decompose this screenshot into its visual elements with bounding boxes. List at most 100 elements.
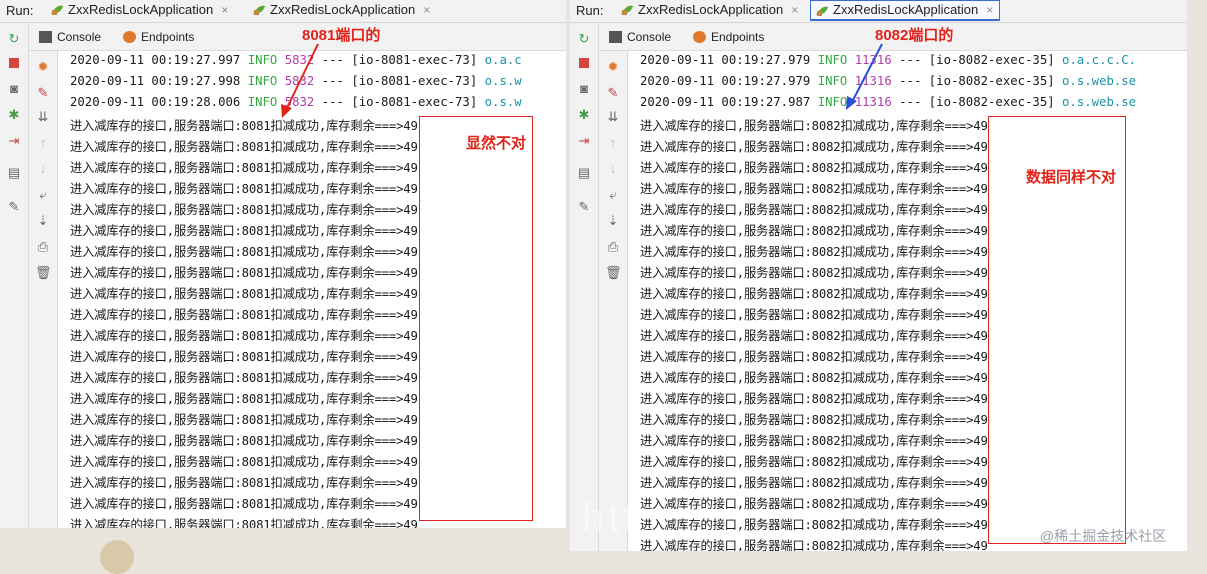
pin-icon[interactable]: ✎ (576, 199, 592, 215)
rerun-icon[interactable]: ↻ (576, 31, 592, 47)
console-icon (39, 31, 52, 43)
endpoints-icon (123, 31, 136, 43)
log-line: 进入减库存的接口,服务器端口:8081扣减成功,库存剩余===>49 (70, 455, 418, 469)
log-class: o.s.web.se (1062, 95, 1137, 109)
down-arrow-icon[interactable]: ↓ (605, 161, 621, 177)
log-line: 进入减库存的接口,服务器端口:8081扣减成功,库存剩余===>49 (70, 392, 418, 406)
tab-endpoints[interactable]: Endpoints (691, 28, 764, 46)
log-line: 进入减库存的接口,服务器端口:8082扣减成功,库存剩余===>49 (640, 350, 988, 364)
log-thread: [io-8082-exec-35] (928, 74, 1055, 88)
log-level: INFO (247, 95, 278, 109)
log-line: 进入减库存的接口,服务器端口:8082扣减成功,库存剩余===>49 (640, 245, 988, 259)
log-line: 进入减库存的接口,服务器端口:8081扣减成功,库存剩余===>49 (70, 287, 418, 301)
run-tab-bar: Run: ZxxRedisLockApplication × ZxxRedisLo… (570, 0, 1187, 23)
log-line: 进入减库存的接口,服务器端口:8082扣减成功,库存剩余===>49 (640, 434, 988, 448)
log-thread: [io-8082-exec-35] (928, 53, 1055, 67)
clear-filter-icon[interactable]: ✎ (605, 85, 621, 101)
soft-wrap-icon[interactable]: ⤶ (605, 187, 621, 203)
log-separator: --- (899, 53, 922, 67)
run-tab-1[interactable]: ZxxRedisLockApplication × (616, 0, 804, 20)
camera-icon[interactable]: ◙ (6, 81, 22, 97)
arrow-left (281, 43, 319, 118)
close-icon[interactable]: × (986, 3, 993, 17)
stop-icon[interactable] (576, 55, 592, 71)
log-timestamp: 2020-09-11 00:19:27.979 (640, 53, 811, 67)
print-icon[interactable]: ⎙ (605, 239, 621, 255)
side-toolbar: ↻ ◙ ✱ ⇥ ▤ ✎ (0, 23, 29, 528)
tab-endpoints-label: Endpoints (711, 30, 765, 44)
highlight-box-right (988, 116, 1126, 544)
spring-boot-icon (51, 5, 63, 15)
up-arrow-icon[interactable]: ↑ (605, 135, 621, 151)
log-level: INFO (247, 53, 278, 67)
highlight-box-left (419, 116, 533, 521)
log-line: 进入减库存的接口,服务器端口:8082扣减成功,库存剩余===>49 (640, 413, 988, 427)
trash-icon[interactable]: 🗑 (35, 265, 52, 281)
tab-endpoints[interactable]: Endpoints (121, 28, 194, 46)
run-tab-2[interactable]: ZxxRedisLockApplication × (248, 0, 436, 20)
layout-icon[interactable]: ▤ (6, 165, 22, 181)
log-timestamp: 2020-09-11 00:19:27.997 (70, 53, 241, 67)
gear-icon[interactable]: ✹ (605, 59, 621, 75)
sort-icon[interactable]: ⇊ (35, 109, 51, 125)
log-line: 进入减库存的接口,服务器端口:8082扣减成功,库存剩余===>49 (640, 539, 988, 551)
log-line: 进入减库存的接口,服务器端口:8081扣减成功,库存剩余===>49 (70, 266, 418, 280)
console-toolbar: ✹ ✎ ⇊ ↑ ↓ ⤶ ⇣ ⎙ 🗑 (599, 51, 628, 551)
trash-icon[interactable]: 🗑 (605, 265, 622, 281)
debug-icon[interactable]: ✱ (6, 107, 22, 123)
log-line: 进入减库存的接口,服务器端口:8082扣减成功,库存剩余===>49 (640, 287, 988, 301)
gear-icon[interactable]: ✹ (35, 59, 51, 75)
log-class: o.s.web.se (1062, 74, 1137, 88)
scroll-to-end-icon[interactable]: ⇣ (35, 213, 51, 229)
log-thread: [io-8082-exec-35] (928, 95, 1055, 109)
log-line: 进入减库存的接口,服务器端口:8082扣减成功,库存剩余===>49 (640, 182, 988, 196)
log-line: 进入减库存的接口,服务器端口:8081扣减成功,库存剩余===>49 (70, 497, 418, 511)
sort-icon[interactable]: ⇊ (605, 109, 621, 125)
log-timestamp: 2020-09-11 00:19:27.987 (640, 95, 811, 109)
close-icon[interactable]: × (423, 3, 430, 17)
side-toolbar: ↻ ◙ ✱ ⇥ ▤ ✎ (570, 23, 599, 551)
clear-filter-icon[interactable]: ✎ (35, 85, 51, 101)
log-line: 进入减库存的接口,服务器端口:8082扣减成功,库存剩余===>49 (640, 308, 988, 322)
print-icon[interactable]: ⎙ (35, 239, 51, 255)
pin-icon[interactable]: ✎ (6, 199, 22, 215)
log-timestamp: 2020-09-11 00:19:27.979 (640, 74, 811, 88)
exit-icon[interactable]: ⇥ (6, 133, 22, 149)
tab-label: ZxxRedisLockApplication (833, 2, 979, 17)
log-separator: --- (899, 74, 922, 88)
log-level: INFO (247, 74, 278, 88)
tab-console-label: Console (57, 30, 102, 44)
stop-icon[interactable] (6, 55, 22, 71)
up-arrow-icon[interactable]: ↑ (35, 135, 51, 151)
run-label: Run: (6, 3, 34, 18)
log-line: 进入减库存的接口,服务器端口:8081扣减成功,库存剩余===>49 (70, 140, 418, 154)
console-toolbar: ✹ ✎ ⇊ ↑ ↓ ⤶ ⇣ ⎙ 🗑 (29, 51, 58, 528)
run-tab-2-active[interactable]: ZxxRedisLockApplication × (810, 0, 1001, 21)
down-arrow-icon[interactable]: ↓ (35, 161, 51, 177)
run-label: Run: (576, 3, 604, 18)
soft-wrap-icon[interactable]: ⤶ (35, 187, 51, 203)
run-tab-1[interactable]: ZxxRedisLockApplication × (46, 0, 234, 20)
debug-icon[interactable]: ✱ (576, 107, 592, 123)
spring-boot-icon (816, 6, 828, 16)
log-line: 进入减库存的接口,服务器端口:8081扣减成功,库存剩余===>49 (70, 245, 418, 259)
exit-icon[interactable]: ⇥ (576, 133, 592, 149)
camera-icon[interactable]: ◙ (576, 81, 592, 97)
log-class: o.a.c (484, 53, 522, 67)
close-icon[interactable]: × (791, 3, 798, 17)
close-icon[interactable]: × (221, 3, 228, 17)
log-class: o.s.w (484, 95, 522, 109)
layout-icon[interactable]: ▤ (576, 165, 592, 181)
log-line: 进入减库存的接口,服务器端口:8082扣减成功,库存剩余===>49 (640, 140, 988, 154)
tab-console[interactable]: Console (37, 28, 101, 46)
rerun-icon[interactable]: ↻ (6, 31, 22, 47)
scroll-to-end-icon[interactable]: ⇣ (605, 213, 621, 229)
log-line: 进入减库存的接口,服务器端口:8082扣减成功,库存剩余===>49 (640, 371, 988, 385)
log-line: 进入减库存的接口,服务器端口:8082扣减成功,库存剩余===>49 (640, 518, 988, 532)
log-line: 进入减库存的接口,服务器端口:8082扣减成功,库存剩余===>49 (640, 203, 988, 217)
log-line: 进入减库存的接口,服务器端口:8081扣减成功,库存剩余===>49 (70, 308, 418, 322)
log-line: 进入减库存的接口,服务器端口:8082扣减成功,库存剩余===>49 (640, 497, 988, 511)
tab-console[interactable]: Console (607, 28, 671, 46)
tab-label: ZxxRedisLockApplication (270, 2, 416, 17)
spring-boot-icon (621, 5, 633, 15)
